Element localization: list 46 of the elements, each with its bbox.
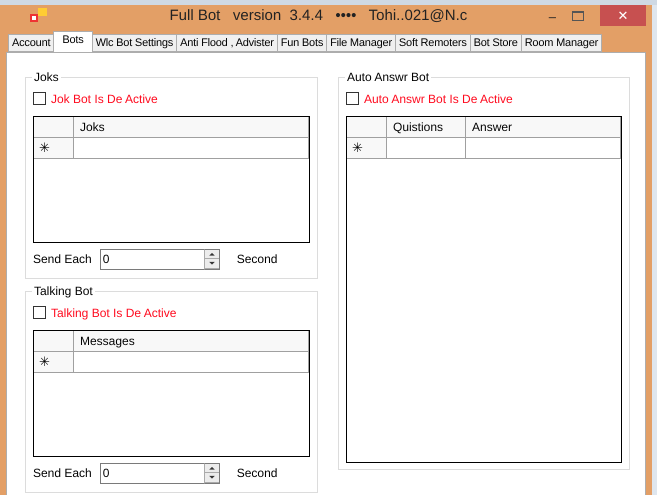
grid-cell[interactable]	[466, 138, 621, 158]
checkbox[interactable]	[33, 92, 46, 105]
tab[interactable]: Bot Store	[470, 34, 522, 52]
minimize-button[interactable]: ‒	[548, 6, 556, 27]
send-each-label: Send Each	[33, 465, 92, 482]
tab[interactable]: Anti Flood , Advister	[176, 34, 278, 52]
send-each-label: Send Each	[33, 251, 92, 268]
column-header[interactable]: Joks	[74, 116, 309, 138]
group-title: Talking Bot	[32, 284, 95, 298]
data-grid[interactable]: Quistions Answer ✳	[346, 116, 622, 462]
unit-label: Second	[236, 465, 278, 482]
checkbox[interactable]	[346, 92, 359, 105]
unit-label: Second	[236, 251, 278, 268]
number-input[interactable]: 0	[100, 462, 204, 484]
checkbox-label: Talking Bot Is De Active	[51, 304, 176, 322]
grid-corner-header	[34, 330, 74, 352]
tab[interactable]: Fun Bots	[276, 34, 328, 52]
grid-corner-header	[34, 116, 74, 138]
grid-cell[interactable]	[74, 138, 309, 158]
grid-corner-header	[347, 116, 387, 138]
new-row-marker: ✳	[347, 138, 387, 158]
group-title: Auto Answr Bot	[345, 70, 432, 84]
data-grid[interactable]: Messages ✳	[33, 330, 310, 456]
tab[interactable]: Bots	[53, 30, 93, 52]
tab[interactable]: Room Manager	[520, 34, 602, 52]
column-header[interactable]: Messages	[74, 330, 309, 352]
group-title: Joks	[32, 70, 61, 84]
new-row-marker: ✳	[34, 138, 74, 158]
column-header[interactable]: Answer	[466, 116, 621, 138]
number-input[interactable]: 0	[100, 248, 204, 270]
app-icon	[30, 8, 48, 24]
grid-cell[interactable]	[74, 352, 309, 372]
checkbox-label: Auto Answr Bot Is De Active	[364, 90, 513, 108]
tab[interactable]: Wlc Bot Settings	[92, 34, 178, 52]
grid-cell[interactable]	[387, 138, 466, 158]
column-header[interactable]: Quistions	[387, 116, 466, 138]
data-grid[interactable]: Joks ✳	[33, 116, 310, 242]
checkbox-label: Jok Bot Is De Active	[51, 90, 158, 108]
tab[interactable]: Account	[8, 34, 54, 52]
new-row-marker: ✳	[34, 352, 74, 372]
checkbox[interactable]	[33, 306, 46, 319]
tab[interactable]: Soft Remoters	[394, 34, 471, 52]
window-title: Full Bot version 3.4.4 •••• Tohi..021@N.c	[168, 6, 468, 26]
maximize-icon[interactable]	[572, 11, 584, 22]
close-button[interactable]: ✕	[600, 5, 646, 26]
tab[interactable]: File Manager	[326, 34, 396, 52]
